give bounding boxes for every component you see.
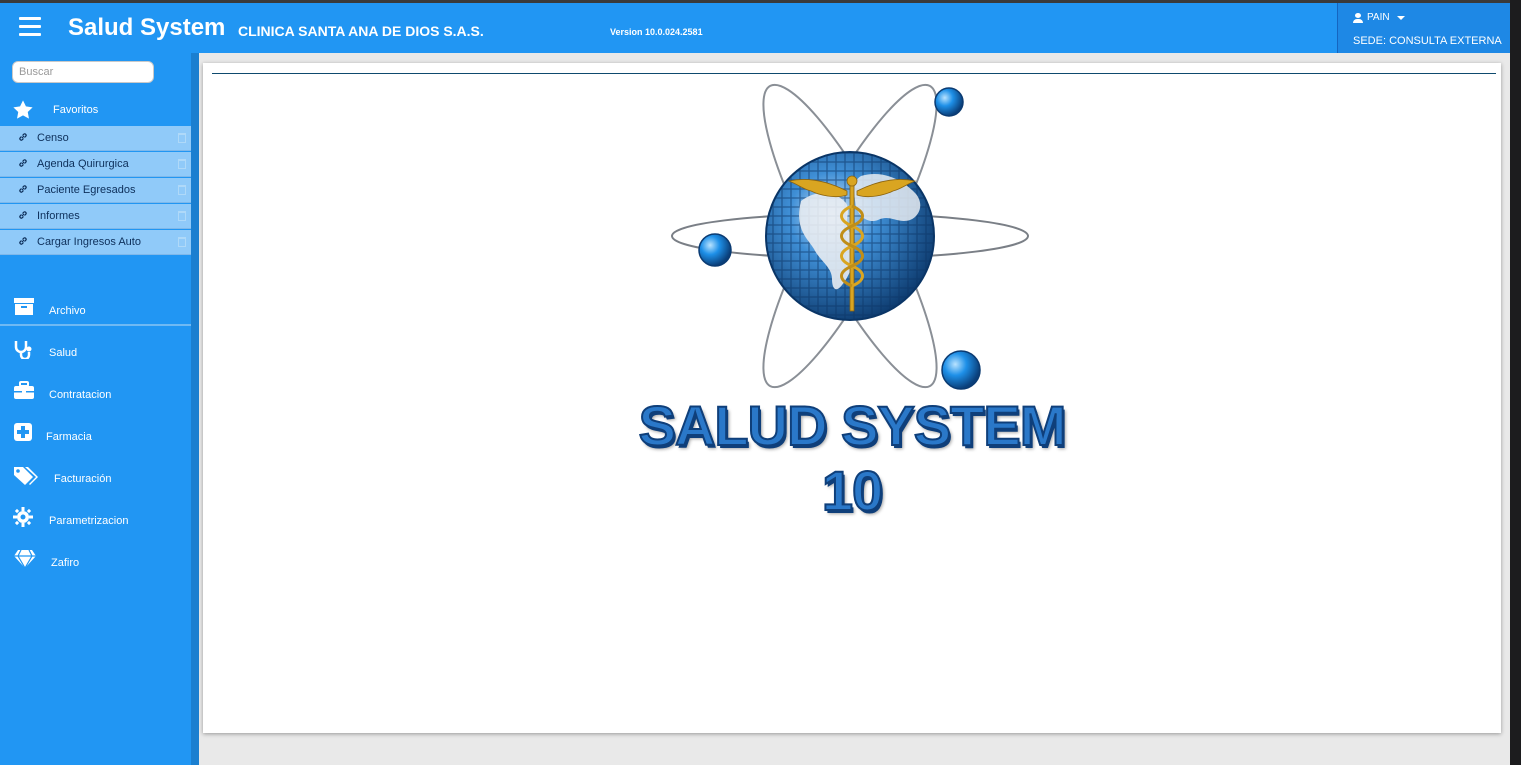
star-icon	[13, 100, 33, 119]
favorite-label: Agenda Quirurgica	[37, 158, 129, 170]
stethoscope-icon	[14, 341, 32, 359]
menu-item-facturacion[interactable]: Facturación	[0, 463, 191, 505]
link-icon	[19, 185, 27, 193]
link-icon	[19, 237, 27, 245]
favorite-item-informes[interactable]: Informes	[0, 204, 199, 229]
menu-label: Salud	[49, 347, 78, 359]
logo-title: SALUD SYSTEM 10	[638, 393, 1068, 523]
trash-icon[interactable]	[178, 133, 186, 143]
menu-label: Parametrizacion	[49, 515, 129, 527]
clinic-name: CLINICA SANTA ANA DE DIOS S.A.S.	[238, 23, 484, 39]
favorite-label: Censo	[37, 132, 69, 144]
menu-item-farmacia[interactable]: Farmacia	[0, 421, 191, 463]
version-label: Version 10.0.024.2581	[610, 27, 703, 37]
tags-icon	[14, 467, 38, 485]
trash-icon[interactable]	[178, 185, 186, 195]
diamond-icon	[14, 549, 36, 569]
favorites-label: Favoritos	[53, 104, 99, 116]
favorites-list: Censo Agenda Quirurgica Paciente Egresad…	[0, 126, 199, 256]
favorite-item-cargar-ingresos-auto[interactable]: Cargar Ingresos Auto	[0, 230, 199, 255]
favorite-item-agenda-quirurgica[interactable]: Agenda Quirurgica	[0, 152, 199, 177]
menu-label: Zafiro	[51, 557, 80, 569]
favorite-label: Paciente Egresados	[37, 184, 136, 196]
archive-icon	[14, 298, 34, 315]
menu-item-zafiro[interactable]: Zafiro	[0, 547, 191, 589]
caret-down-icon	[1396, 15, 1405, 20]
favorite-item-censo[interactable]: Censo	[0, 126, 199, 151]
favorite-label: Informes	[37, 210, 80, 222]
briefcase-icon	[14, 381, 34, 399]
app-window: Salud System CLINICA SANTA ANA DE DIOS S…	[0, 0, 1510, 765]
search-input[interactable]	[12, 61, 154, 83]
menu-item-parametrizacion[interactable]: Parametrizacion	[0, 505, 191, 547]
gear-icon	[13, 507, 33, 527]
favorites-header[interactable]: Favoritos	[12, 99, 98, 121]
user-name: PAIN	[1367, 12, 1390, 23]
user-panel: PAIN SEDE: CONSULTA EXTERNA	[1337, 3, 1510, 53]
menu-label: Archivo	[49, 305, 86, 317]
user-dropdown[interactable]: PAIN	[1353, 12, 1405, 23]
trash-icon[interactable]	[178, 159, 186, 169]
sidebar-scrollbar[interactable]	[191, 53, 199, 765]
content-divider	[212, 73, 1496, 74]
favorite-item-paciente-egresados[interactable]: Paciente Egresados	[0, 178, 199, 203]
link-icon	[19, 159, 27, 167]
top-navbar: Salud System CLINICA SANTA ANA DE DIOS S…	[0, 0, 1510, 53]
menu-item-salud[interactable]: Salud	[0, 337, 191, 379]
sidebar: Favoritos Censo Agenda Quirurgica Pacien…	[0, 53, 199, 765]
sede-label: SEDE: CONSULTA EXTERNA	[1353, 35, 1502, 47]
hamburger-menu-icon[interactable]	[19, 17, 41, 36]
link-icon	[19, 211, 27, 219]
menu-item-contratacion[interactable]: Contratacion	[0, 379, 191, 421]
trash-icon[interactable]	[178, 211, 186, 221]
favorite-label: Cargar Ingresos Auto	[37, 236, 141, 248]
main-menu: Archivo Salud Contratacion Farmacia Fact…	[0, 295, 191, 589]
user-icon	[1353, 12, 1363, 23]
main-content: SALUD SYSTEM 10	[203, 63, 1501, 733]
menu-label: Facturación	[54, 473, 112, 485]
plus-square-icon	[14, 423, 32, 441]
menu-item-archivo[interactable]: Archivo	[0, 295, 191, 337]
menu-label: Farmacia	[46, 431, 92, 443]
trash-icon[interactable]	[178, 237, 186, 247]
menu-label: Contratacion	[49, 389, 112, 401]
link-icon	[19, 133, 27, 141]
app-brand[interactable]: Salud System	[68, 14, 225, 42]
